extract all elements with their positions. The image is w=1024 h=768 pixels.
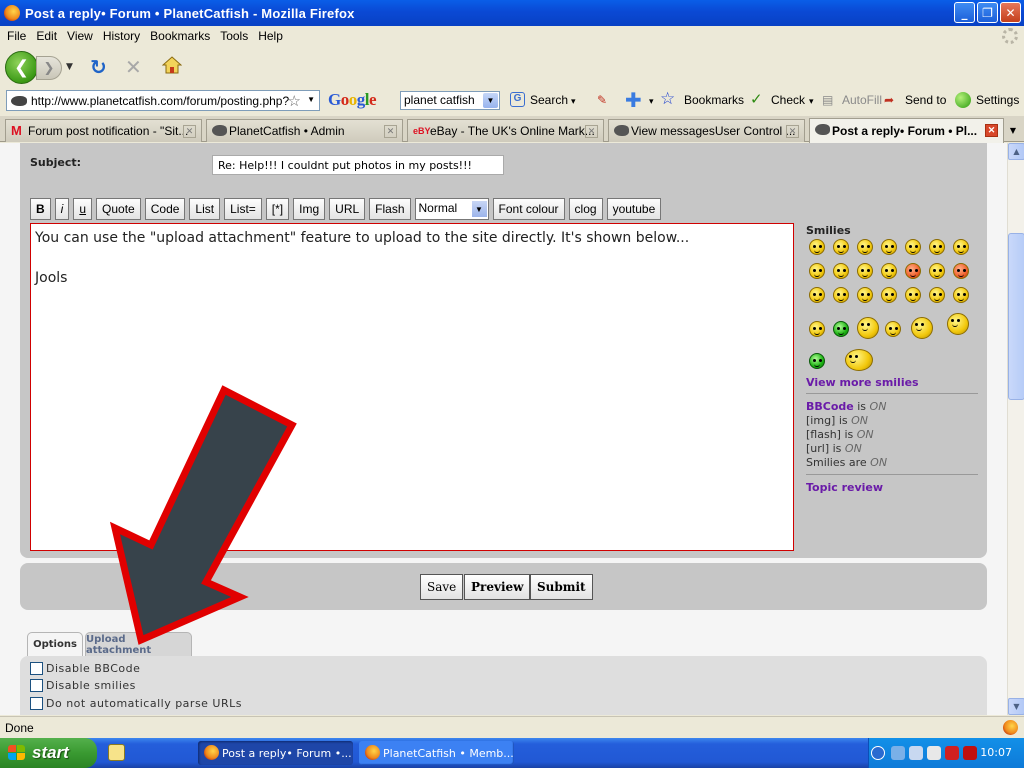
bookmarks-star-icon[interactable]: ☆ (660, 89, 675, 109)
firefox-status-icon (1003, 720, 1018, 735)
menu-file[interactable]: File (2, 29, 31, 43)
network-icon[interactable] (891, 746, 905, 760)
autofill-icon: ▤ (822, 93, 834, 107)
restore-button[interactable]: ❐ (977, 2, 998, 23)
tray-expand-icon[interactable] (871, 746, 885, 760)
plus-icon[interactable]: ✚ (625, 88, 642, 112)
settings-ball-icon[interactable] (955, 92, 971, 108)
bookmark-star-icon[interactable]: ☆ (288, 92, 301, 110)
plus-dropdown-icon[interactable]: ▾ (649, 96, 654, 107)
firefox-icon (4, 5, 20, 21)
window-controls: _ ❐ ✕ (954, 2, 1021, 23)
google-autofill-button[interactable]: AutoFill (842, 93, 882, 107)
home-icon[interactable] (162, 56, 182, 74)
google-search-input[interactable]: planet catfish ▼ (400, 91, 500, 110)
taskbar-item-firefox-reply[interactable]: Post a reply• Forum •... (198, 741, 353, 765)
windows-logo-icon (8, 745, 26, 761)
highlight-icon[interactable]: ✎ (597, 93, 607, 107)
menu-bookmarks[interactable]: Bookmarks (145, 29, 215, 43)
menu-bar: File Edit View History Bookmarks Tools H… (0, 26, 1024, 46)
throbber-icon (1002, 28, 1018, 44)
tab-close-icon[interactable]: ✕ (585, 125, 598, 138)
catfish-icon (614, 125, 629, 136)
status-text: Done (5, 720, 34, 735)
url-dropdown-icon[interactable]: ▼ (307, 95, 315, 104)
reload-icon[interactable]: ↻ (90, 55, 107, 79)
start-label: start (32, 743, 69, 762)
tab-ebay[interactable]: eBY eBay - The UK's Online Mark... ✕ (407, 119, 604, 142)
tab-close-icon[interactable]: ✕ (183, 125, 196, 138)
scroll-up-icon[interactable]: ▲ (1008, 143, 1024, 160)
speaker-icon[interactable] (909, 746, 923, 760)
google-settings-button[interactable]: Settings (976, 93, 1019, 107)
system-tray: 10:07 (868, 738, 1024, 768)
tray-clock: 10:07 (980, 746, 1012, 759)
catfish-icon (212, 125, 227, 136)
tab-label: Forum post notification - "Sit... (28, 124, 189, 138)
scroll-thumb[interactable] (1008, 233, 1024, 400)
google-search-dropdown-icon[interactable]: ▼ (483, 93, 498, 108)
check-dropdown-icon[interactable]: ▾ (809, 96, 814, 107)
url-input[interactable]: http://www.planetcatfish.com/forum/posti… (6, 90, 320, 111)
tab-label: PlanetCatfish • Admin (229, 124, 345, 138)
back-button[interactable]: ❮ (5, 51, 38, 84)
page-scrollbar[interactable]: ▲ ▼ (1007, 143, 1024, 715)
history-dropdown-icon[interactable]: ▼ (66, 62, 73, 72)
menu-history[interactable]: History (98, 29, 145, 43)
mail-icon[interactable] (927, 746, 941, 760)
security-icon[interactable] (945, 746, 959, 760)
quicklaunch-clock-icon[interactable] (108, 744, 125, 761)
tab-view-messages[interactable]: View messagesUser Control ... ✕ (608, 119, 805, 142)
google-check-button[interactable]: Check (771, 93, 805, 107)
menu-edit[interactable]: Edit (31, 29, 62, 43)
status-bar: Done (0, 716, 1024, 738)
minimize-button[interactable]: _ (954, 2, 975, 23)
tab-close-icon[interactable]: ✕ (786, 125, 799, 138)
firefox-icon (204, 745, 219, 760)
google-sendto-button[interactable]: Send to (905, 93, 946, 107)
google-bookmarks-button[interactable]: Bookmarks (684, 93, 744, 107)
site-favicon (11, 96, 27, 106)
sendto-icon[interactable]: ➦ (884, 93, 894, 107)
catfish-icon (815, 124, 830, 135)
tab-label: View messagesUser Control ... (631, 124, 796, 138)
tab-post-reply[interactable]: Post a reply• Forum • Pl... ✕ (809, 118, 1004, 143)
menu-tools[interactable]: Tools (215, 29, 253, 43)
google-query: planet catfish (404, 93, 475, 107)
navigation-toolbar: ❮ ❯ ▼ (0, 46, 1024, 88)
window-titlebar: Post a reply• Forum • PlanetCatfish - Mo… (0, 0, 1024, 26)
stop-icon[interactable]: ✕ (125, 55, 142, 79)
tab-label: eBay - The UK's Online Mark... (430, 124, 595, 138)
tab-forum-notification[interactable]: M Forum post notification - "Sit... ✕ (5, 119, 202, 142)
menu-view[interactable]: View (62, 29, 98, 43)
search-dropdown-icon[interactable]: ▾ (571, 96, 576, 107)
tab-close-icon[interactable]: ✕ (384, 125, 397, 138)
page-viewport: Subject: Re: Help!!! I couldnt put photo… (0, 143, 1007, 715)
menu-help[interactable]: Help (253, 29, 288, 43)
taskbar-item-firefox-members[interactable]: PlanetCatfish • Memb... (359, 741, 514, 765)
start-button[interactable]: start (0, 738, 97, 768)
google-logo[interactable]: Google (328, 90, 377, 110)
mcafee-icon[interactable] (963, 746, 977, 760)
google-g-icon[interactable]: G (510, 92, 525, 107)
scroll-down-icon[interactable]: ▼ (1008, 698, 1024, 715)
spellcheck-icon[interactable]: ✓ (750, 90, 763, 108)
tab-label: Post a reply• Forum • Pl... (832, 124, 978, 138)
firefox-icon (365, 745, 380, 760)
gmail-icon: M (11, 123, 22, 138)
tab-close-icon[interactable]: ✕ (985, 124, 998, 137)
annotation-arrow-icon (109, 385, 297, 645)
google-search-button[interactable]: Search (530, 93, 568, 107)
url-text: http://www.planetcatfish.com/forum/posti… (31, 93, 290, 108)
close-button[interactable]: ✕ (1000, 2, 1021, 23)
tab-planetcatfish-admin[interactable]: PlanetCatfish • Admin ✕ (206, 119, 403, 142)
tab-bar: M Forum post notification - "Sit... ✕ Pl… (0, 116, 1024, 143)
tab-list-dropdown-icon[interactable]: ▼ (1004, 121, 1022, 139)
window-title: Post a reply• Forum • PlanetCatfish - Mo… (25, 5, 355, 21)
ebay-icon: eBY (413, 126, 431, 136)
forward-button[interactable]: ❯ (36, 56, 62, 80)
